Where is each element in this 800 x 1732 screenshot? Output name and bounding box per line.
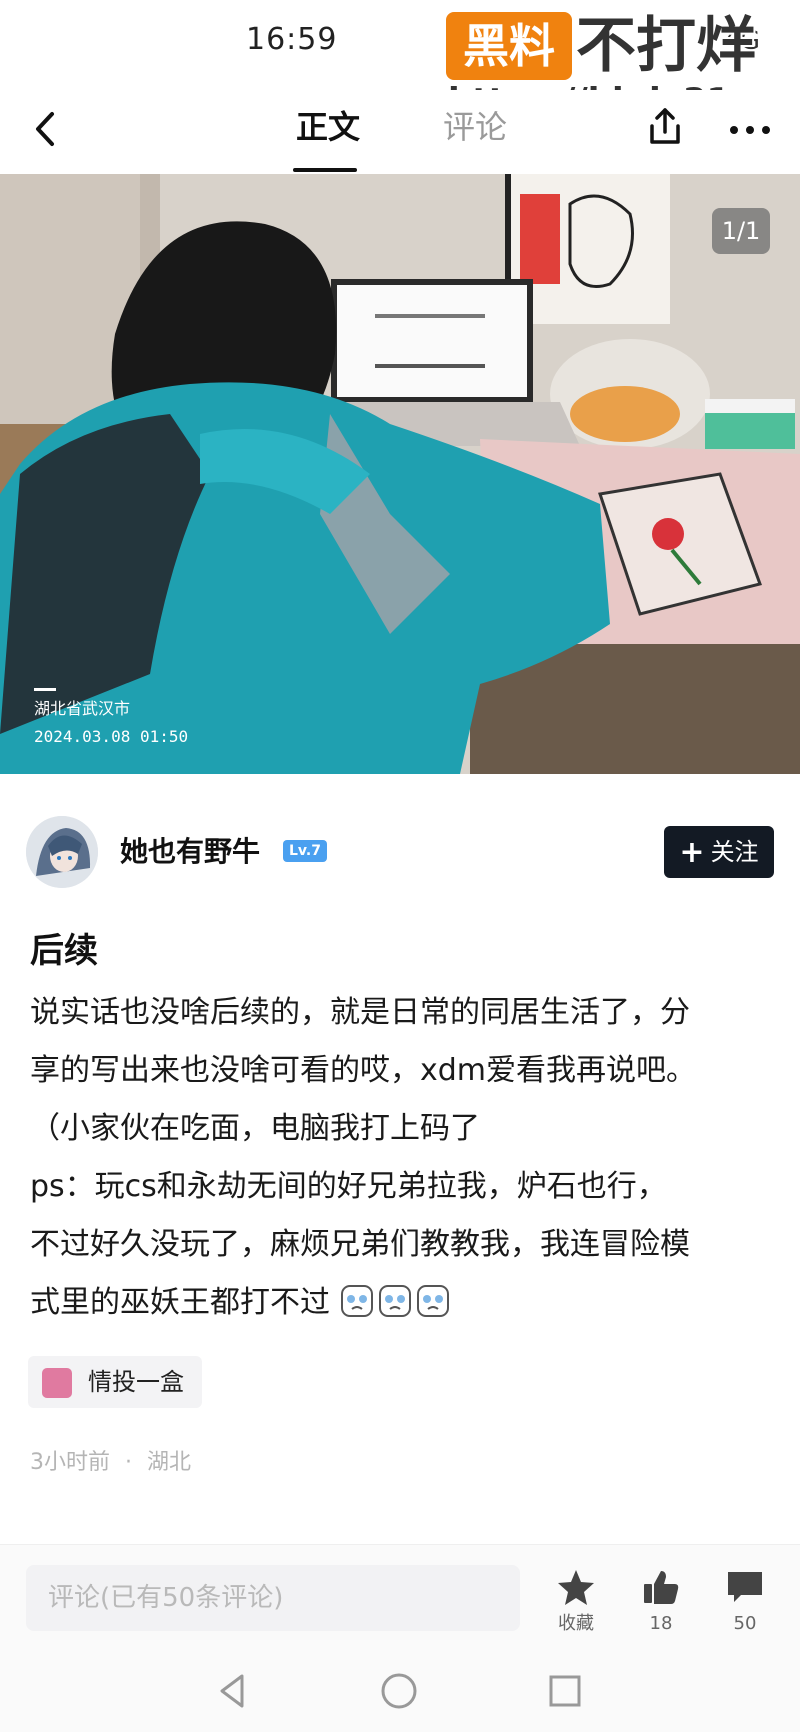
post-photo[interactable]: 1/1 湖北省武汉市 2024.03.08 01:50 [0, 174, 800, 774]
comment-button[interactable]: 50 [710, 1567, 780, 1637]
comment-count: 50 [733, 1613, 757, 1634]
action-bar: 收藏 18 50 [0, 1544, 800, 1650]
post-region: 湖北 [147, 1450, 192, 1475]
comment-bubble-icon [728, 1572, 762, 1602]
post-line: 享的写出来也没啥可看的哎，xdm爱看我再说吧。 [30, 1053, 697, 1088]
post-line: 说实话也没啥后续的，就是日常的同居生活了，分 [30, 995, 690, 1030]
system-nav-bar [0, 1650, 800, 1732]
post-line: （小家伙在吃面，电脑我打上码了 [30, 1111, 480, 1146]
more-dots-icon [730, 126, 770, 134]
tab-active-indicator [293, 168, 357, 172]
share-icon [650, 108, 680, 144]
system-recents-button[interactable] [542, 1668, 588, 1714]
watermark-badge: 黑料 [446, 12, 572, 80]
status-time: 16:59 [246, 22, 338, 57]
like-count: 18 [649, 1613, 673, 1634]
follow-button[interactable]: + 关注 [664, 826, 774, 878]
photo-geo-stamp: 湖北省武汉市 2024.03.08 01:50 [34, 688, 188, 751]
post-line: 不过好久没玩了，麻烦兄弟们教教我，我连冒险模 [30, 1227, 690, 1262]
avatar-image [26, 816, 98, 888]
tab-comments[interactable]: 评论 [443, 104, 507, 150]
post-time: 3小时前 [30, 1450, 110, 1475]
top-nav: 正文 评论 [0, 90, 800, 172]
post-line-last: 式里的巫妖王都打不过 [30, 1274, 780, 1332]
crying-emoji-icon [416, 1285, 449, 1317]
topic-icon [42, 1368, 72, 1398]
post-title: 后续 [30, 931, 98, 971]
like-button[interactable]: 18 [626, 1567, 696, 1637]
tab-main-text[interactable]: 正文 [296, 104, 360, 150]
system-back-button[interactable] [210, 1668, 256, 1714]
comment-input[interactable] [26, 1565, 520, 1631]
favorite-button[interactable]: 收藏 [541, 1567, 611, 1637]
system-home-button[interactable] [376, 1668, 422, 1714]
more-button[interactable] [722, 102, 778, 152]
back-button[interactable] [22, 104, 72, 154]
post-body: 说实话也没啥后续的，就是日常的同居生活了，分 享的写出来也没啥可看的哎，xdm爱… [30, 984, 780, 1332]
author-name[interactable]: 她也有野牛 [120, 834, 260, 870]
photo-datetime: 2024.03.08 01:50 [34, 727, 189, 746]
crying-emoji-icon [340, 1285, 373, 1317]
photo-location: 湖北省武汉市 [34, 699, 131, 718]
plus-icon: + [679, 835, 705, 870]
watermark-text: 不打烊 [576, 11, 756, 81]
crying-emoji-icon [378, 1285, 411, 1317]
level-badge: Lv.7 [283, 840, 327, 862]
star-icon [558, 1570, 594, 1605]
thumbs-up-icon [644, 1571, 679, 1604]
chevron-left-icon [36, 112, 54, 146]
post-line: ps：玩cs和永劫无间的好兄弟拉我，炉石也行， [30, 1169, 667, 1204]
image-counter: 1/1 [712, 208, 770, 254]
meta-separator: · [125, 1450, 132, 1475]
geo-stamp-bar [34, 688, 56, 691]
triangle-back-icon [220, 1674, 244, 1708]
topic-chip[interactable]: 情投一盒 [28, 1356, 202, 1408]
post-meta: 3小时前 · 湖北 [30, 1448, 191, 1478]
author-row: 她也有野牛 Lv.7 + 关注 [0, 806, 800, 896]
favorite-label: 收藏 [558, 1613, 594, 1634]
post-line: 式里的巫妖王都打不过 [30, 1285, 330, 1320]
square-recents-icon [549, 1675, 581, 1707]
avatar[interactable] [26, 816, 98, 888]
photo-scene [0, 174, 800, 774]
circle-home-icon [381, 1673, 417, 1709]
follow-label: 关注 [710, 838, 759, 866]
topic-label: 情投一盒 [88, 1368, 184, 1396]
share-button[interactable] [640, 102, 690, 152]
